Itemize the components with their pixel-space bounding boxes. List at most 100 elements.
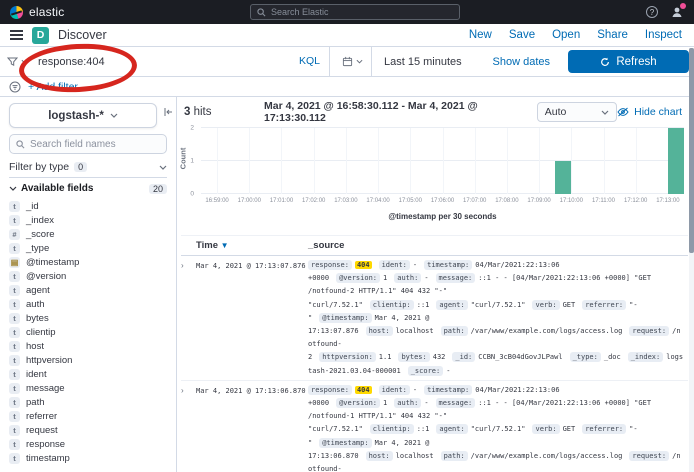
menu-save[interactable]: Save (509, 29, 535, 41)
hits-count: 3 hits (184, 106, 264, 118)
chevron-down-icon (159, 165, 167, 170)
source-field-value: ::1 (417, 425, 430, 433)
filter-bar: + Add filter (0, 77, 694, 97)
x-axis-ticks: 16:59:0017:00:0017:01:0017:02:0017:03:00… (201, 198, 684, 207)
discover-app-icon[interactable]: D (32, 27, 49, 44)
available-fields-header[interactable]: Available fields 20 (9, 183, 167, 194)
field-item--id[interactable]: t_id (9, 199, 167, 213)
fields-sidebar: logstash-* Search field names Filter by … (0, 97, 177, 472)
source-field-badge: _index: (628, 352, 664, 362)
interval-select[interactable]: Auto (537, 102, 617, 122)
field-item-timestamp[interactable]: ttimestamp (9, 451, 167, 465)
source-field-badge: agent: (436, 300, 467, 310)
source-field-badge: host: (366, 326, 393, 336)
hide-chart-button[interactable]: Hide chart (617, 106, 686, 118)
collapse-sidebar-icon[interactable] (163, 107, 173, 117)
string-field-icon: t (9, 397, 20, 408)
saved-query-menu-button[interactable] (0, 47, 34, 76)
field-name: @timestamp (26, 257, 79, 268)
filter-type-count-badge: 0 (74, 162, 87, 172)
field-item--timestamp[interactable]: ▤@timestamp (9, 255, 167, 269)
field-item-message[interactable]: tmessage (9, 381, 167, 395)
user-avatar[interactable] (670, 5, 684, 19)
field-name: host (26, 341, 44, 352)
scrollbar-thumb[interactable] (689, 48, 694, 253)
source-field-badge: response: (308, 260, 352, 270)
query-input[interactable]: response:404 KQL (34, 47, 334, 76)
source-field-value: CCBN_3cB04dGovJLPawl (478, 353, 562, 361)
appbar-menu: New Save Open Share Inspect (469, 29, 684, 41)
menu-hamburger-icon[interactable] (10, 30, 23, 40)
field-item--type[interactable]: t_type (9, 241, 167, 255)
refresh-button[interactable]: Refresh (568, 50, 689, 73)
source-field-badge: bytes: (398, 352, 429, 362)
field-name: clientip (26, 327, 56, 338)
source-field-badge: @version: (336, 398, 380, 408)
field-name: auth (26, 299, 45, 310)
notification-dot (680, 3, 686, 9)
menu-new[interactable]: New (469, 29, 492, 41)
elastic-brand[interactable]: elastic (10, 5, 64, 19)
string-field-icon: t (9, 313, 20, 324)
field-name: _type (26, 243, 49, 254)
string-field-icon: t (9, 453, 20, 464)
source-field-badge: referrer: (582, 424, 626, 434)
histogram-bar-17:13:00[interactable] (668, 128, 684, 194)
table-row: ›Mar 4, 2021 @ 17:13:07.876response:404i… (181, 256, 688, 380)
chevron-down-icon (601, 110, 609, 115)
field-item--version[interactable]: t@version (9, 269, 167, 283)
source-field-badge: _score: (408, 366, 444, 376)
source-field-value: GET (563, 301, 576, 309)
brand-text: elastic (29, 5, 64, 19)
app-header: D Discover NewSaveOpenShareInspect (0, 24, 694, 47)
field-item-auth[interactable]: tauth (9, 297, 167, 311)
chevron-down-icon (356, 59, 363, 64)
show-dates-link[interactable]: Show dates (493, 56, 560, 68)
add-filter-link[interactable]: + Add filter (28, 81, 78, 93)
column-time[interactable]: Time ▼ (196, 240, 308, 251)
help-icon[interactable]: ? (646, 6, 658, 18)
field-item-ident[interactable]: tident (9, 367, 167, 381)
source-field-badge: verb: (532, 300, 559, 310)
string-field-icon: t (9, 299, 20, 310)
filter-options-icon[interactable] (9, 81, 21, 93)
menu-share[interactable]: Share (597, 29, 628, 41)
field-item-clientip[interactable]: tclientip (9, 325, 167, 339)
source-field-value: "curl/7.52.1" (471, 301, 526, 309)
menu-open[interactable]: Open (552, 29, 580, 41)
source-field-badge: response: (308, 385, 352, 395)
string-field-icon: t (9, 341, 20, 352)
global-search-input[interactable]: Search Elastic (250, 4, 460, 20)
string-field-icon: t (9, 439, 20, 450)
field-item-path[interactable]: tpath (9, 395, 167, 409)
field-name: ident (26, 369, 47, 380)
string-field-icon: t (9, 285, 20, 296)
index-pattern-select[interactable]: logstash-* (9, 103, 157, 128)
field-item-bytes[interactable]: tbytes (9, 311, 167, 325)
field-name: bytes (26, 313, 49, 324)
menu-inspect[interactable]: Inspect (645, 29, 682, 41)
field-item-httpversion[interactable]: thttpversion (9, 353, 167, 367)
field-item-response[interactable]: tresponse (9, 437, 167, 451)
field-item-referrer[interactable]: treferrer (9, 409, 167, 423)
filter-by-type[interactable]: Filter by type 0 (9, 160, 167, 178)
field-item-agent[interactable]: tagent (9, 283, 167, 297)
hits-bar: 3 hits Mar 4, 2021 @ 16:58:30.112 - Mar … (181, 97, 688, 123)
source-field-badge: clientip: (370, 424, 414, 434)
string-field-icon: t (9, 411, 20, 422)
date-quick-select-button[interactable] (342, 47, 372, 76)
field-item-host[interactable]: thost (9, 339, 167, 353)
time-range-value[interactable]: Last 15 minutes (384, 56, 462, 68)
query-language-button[interactable]: KQL (290, 47, 330, 76)
highlighted-value: 404 (355, 386, 372, 394)
source-field-value: GET (563, 425, 576, 433)
field-search-input[interactable]: Search field names (9, 134, 167, 154)
field-item--index[interactable]: t_index (9, 213, 167, 227)
chevron-down-icon (9, 186, 17, 191)
field-item-request[interactable]: trequest (9, 423, 167, 437)
source-field-badge: path: (441, 451, 468, 461)
expand-row-icon[interactable]: › (181, 259, 196, 378)
field-item--score[interactable]: #_score (9, 227, 167, 241)
expand-row-icon[interactable]: › (181, 384, 196, 472)
histogram-bar-17:09:30[interactable] (555, 161, 571, 194)
